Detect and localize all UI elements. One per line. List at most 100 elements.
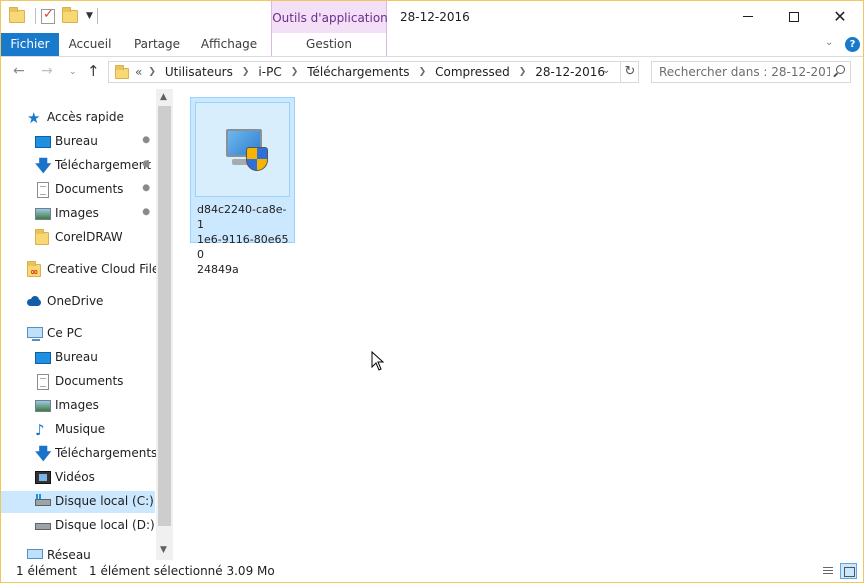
- help-icon[interactable]: ?: [845, 37, 860, 52]
- nav-quick-documents[interactable]: Documents ●: [1, 179, 155, 201]
- tab-view[interactable]: Affichage: [195, 33, 263, 56]
- file-thumbnail: [195, 102, 290, 197]
- address-dropdown-icon[interactable]: ⌄: [602, 65, 610, 76]
- pin-icon: ●: [139, 181, 153, 195]
- qat-separator: [35, 8, 36, 24]
- nav-quick-coreldraw[interactable]: CorelDRAW: [1, 227, 155, 249]
- nav-label: Réseau: [47, 548, 91, 560]
- nav-pc-disk-c[interactable]: Disque local (C:): [1, 491, 155, 513]
- tab-share[interactable]: Partage: [127, 33, 187, 56]
- scroll-up-icon[interactable]: ▲: [160, 92, 167, 102]
- mouse-cursor-icon: [371, 351, 385, 371]
- forward-arrow-icon[interactable]: →: [41, 63, 53, 79]
- details-view-icon[interactable]: [819, 563, 836, 579]
- nav-label: Musique: [55, 422, 106, 436]
- nav-pc-telechargements[interactable]: 🡇 Téléchargements: [1, 443, 158, 465]
- video-icon: [35, 471, 51, 484]
- scrollbar-thumb[interactable]: [158, 106, 171, 526]
- nav-creative-cloud[interactable]: ∞ Creative Cloud Files: [1, 259, 166, 281]
- recent-locations-icon[interactable]: ⌄: [69, 67, 77, 77]
- scroll-down-icon[interactable]: ▼: [160, 545, 167, 555]
- document-icon: [37, 182, 49, 198]
- nav-label: OneDrive: [47, 294, 104, 308]
- image-icon: [35, 208, 51, 220]
- nav-label: Images: [55, 398, 99, 412]
- nav-label: Bureau: [55, 134, 98, 148]
- new-folder-icon[interactable]: [62, 7, 78, 25]
- nav-label: Téléchargements: [55, 446, 158, 460]
- computer-icon: [27, 327, 43, 341]
- download-icon: 🡇: [35, 156, 52, 175]
- nav-label: CorelDRAW: [55, 230, 123, 244]
- back-arrow-icon[interactable]: ←: [13, 63, 25, 79]
- file-name: d84c2240-ca8e-1 1e6-9116-80e650 24849a: [197, 202, 291, 277]
- maximize-button[interactable]: [771, 1, 817, 32]
- chevron-right-icon[interactable]: ❯: [419, 67, 427, 77]
- qat-dropdown-icon[interactable]: ▼: [86, 11, 93, 21]
- large-icons-view-icon[interactable]: [840, 563, 857, 579]
- search-icon[interactable]: [832, 65, 846, 79]
- application-tools-label: Outils d'application: [272, 11, 388, 25]
- nav-pc-documents[interactable]: Documents: [1, 371, 155, 393]
- nav-this-pc[interactable]: Ce PC: [1, 323, 155, 345]
- address-bar[interactable]: « ❯ Utilisateurs ❯ i-PC ❯ Téléchargement…: [108, 61, 639, 83]
- chevron-right-icon[interactable]: ❯: [242, 67, 250, 77]
- breadcrumb-overflow[interactable]: «: [135, 65, 142, 79]
- title-bar: ▼ Outils d'application 28-12-2016 ✕: [1, 1, 863, 57]
- network-icon: [27, 549, 43, 559]
- nav-pc-musique[interactable]: ♪ Musique: [1, 419, 155, 441]
- properties-icon[interactable]: [40, 7, 56, 25]
- folder-icon: [35, 229, 51, 246]
- folder-icon[interactable]: [9, 7, 25, 25]
- nav-pc-videos[interactable]: Vidéos: [1, 467, 155, 489]
- navigation-pane: ★ Accès rapide Bureau ● 🡇 Téléchargement…: [1, 89, 173, 560]
- search-input[interactable]: [652, 62, 830, 82]
- breadcrumb-current-folder[interactable]: 28-12-2016: [535, 65, 605, 79]
- breadcrumb-utilisateurs[interactable]: Utilisateurs: [165, 65, 233, 79]
- breadcrumb-i-pc[interactable]: i-PC: [258, 65, 281, 79]
- nav-label: Vidéos: [55, 470, 95, 484]
- nav-onedrive[interactable]: OneDrive: [1, 291, 155, 313]
- document-icon: [37, 374, 49, 390]
- search-box: [651, 61, 851, 83]
- nav-label: Disque local (D:): [55, 518, 155, 532]
- nav-quick-access[interactable]: ★ Accès rapide: [1, 107, 155, 129]
- nav-pane-scrollbar[interactable]: ▲ ▼: [156, 89, 173, 560]
- tab-file[interactable]: Fichier: [1, 33, 59, 56]
- file-name-line: 24849a: [197, 263, 239, 276]
- nav-pc-disk-d[interactable]: Disque local (D:): [1, 515, 155, 537]
- music-note-icon: ♪: [35, 421, 45, 439]
- chevron-right-icon: ❯: [148, 67, 156, 77]
- file-list: d84c2240-ca8e-1 1e6-9116-80e650 24849a: [173, 89, 863, 560]
- nav-quick-images[interactable]: Images ●: [1, 203, 155, 225]
- breadcrumb-compressed[interactable]: Compressed: [435, 65, 510, 79]
- nav-quick-bureau[interactable]: Bureau ●: [1, 131, 155, 153]
- up-arrow-icon[interactable]: ↑: [87, 62, 100, 80]
- drive-d-icon: [35, 523, 51, 530]
- nav-label: Accès rapide: [47, 110, 124, 124]
- tab-manage[interactable]: Gestion: [271, 33, 387, 56]
- breadcrumb-telechargements[interactable]: Téléchargements: [307, 65, 409, 79]
- file-name-line: 1e6-9116-80e650: [197, 233, 289, 261]
- nav-label: Disque local (C:): [55, 494, 154, 508]
- cloud-icon: [25, 294, 43, 310]
- status-selection: 1 élément sélectionné 3.09 Mo: [89, 564, 275, 578]
- tab-home[interactable]: Accueil: [59, 33, 121, 56]
- installer-shield-icon: [226, 129, 270, 173]
- close-icon: ✕: [833, 6, 847, 26]
- nav-pc-bureau[interactable]: Bureau: [1, 347, 155, 369]
- chevron-right-icon[interactable]: ❯: [291, 67, 299, 77]
- minimize-button[interactable]: [725, 1, 771, 32]
- nav-network[interactable]: Réseau: [1, 545, 155, 560]
- nav-pc-images[interactable]: Images: [1, 395, 155, 417]
- nav-label: Téléchargement: [55, 158, 152, 172]
- file-item-installer[interactable]: d84c2240-ca8e-1 1e6-9116-80e650 24849a: [190, 97, 295, 276]
- nav-quick-telechargement[interactable]: 🡇 Téléchargement ●: [1, 155, 155, 177]
- nav-label: Documents: [55, 374, 124, 388]
- refresh-icon[interactable]: ↻: [620, 62, 639, 82]
- close-button[interactable]: ✕: [817, 1, 863, 32]
- expand-ribbon-icon[interactable]: ⌄: [825, 37, 833, 48]
- quick-access-toolbar: ▼: [9, 7, 102, 25]
- image-icon: [35, 400, 51, 412]
- chevron-right-icon[interactable]: ❯: [519, 67, 527, 77]
